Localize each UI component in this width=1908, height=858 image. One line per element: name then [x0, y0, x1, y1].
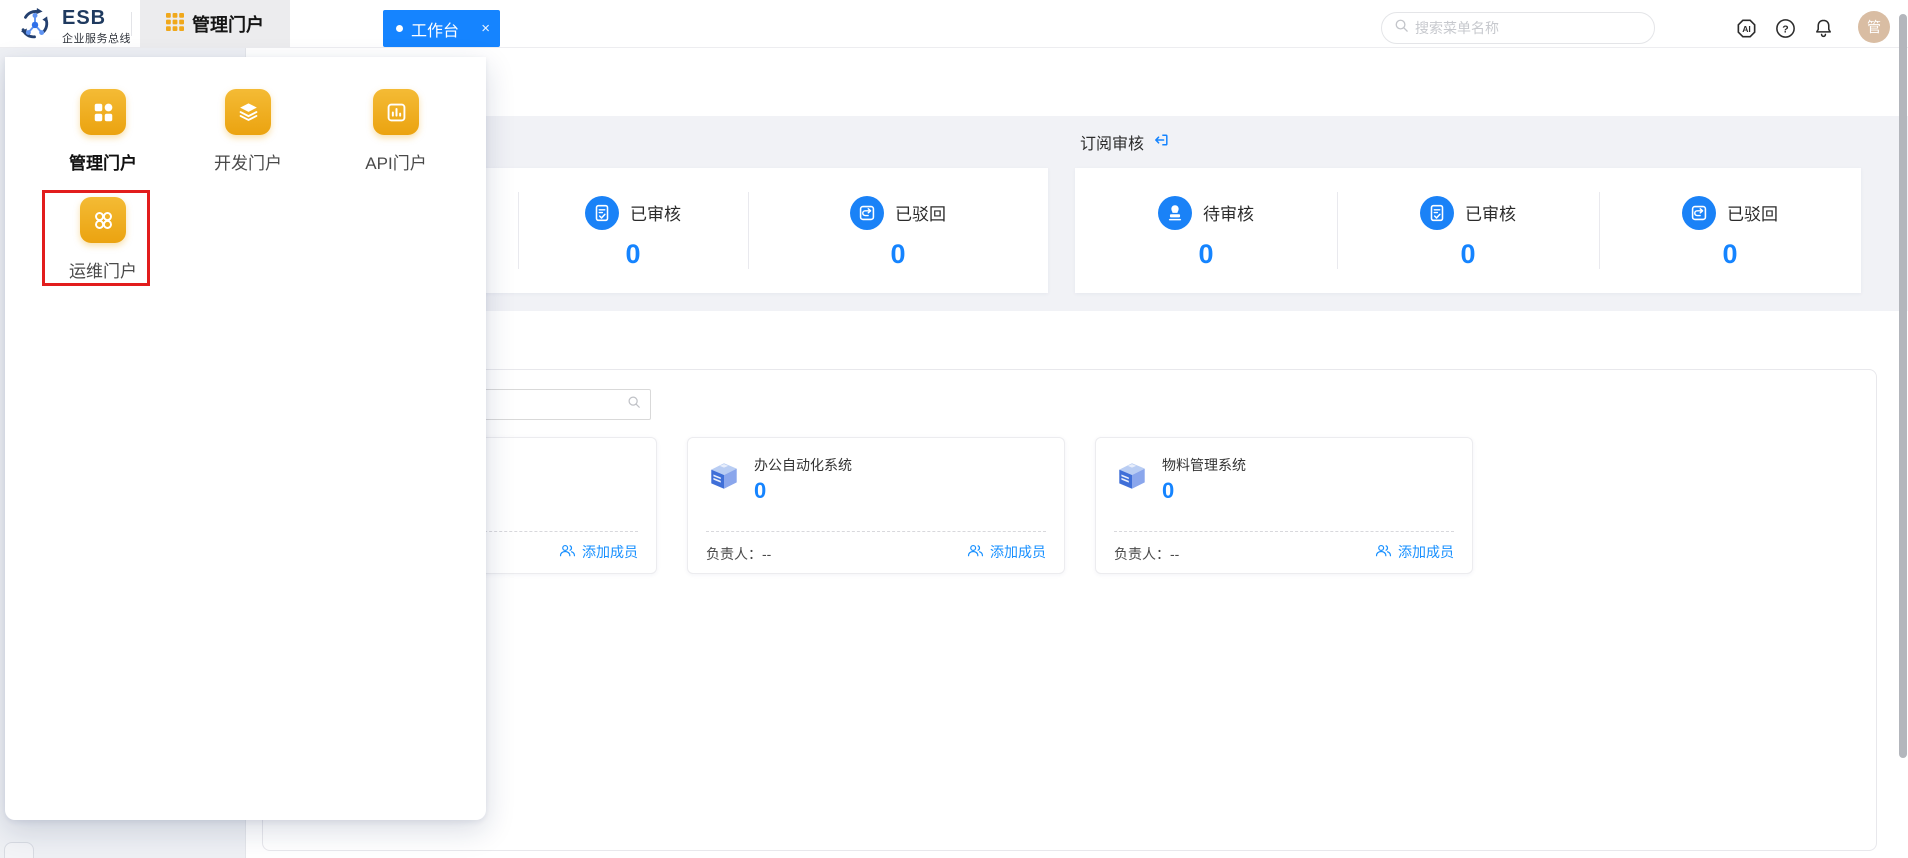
system-count: 0 [754, 478, 766, 504]
help-icon[interactable]: ? [1774, 17, 1797, 40]
stat-rejected: 已驳回 0 [748, 168, 1048, 293]
stat-label: 已审核 [630, 200, 681, 225]
portal-dropdown: 管理门户 开发门户 API门户 运维门户 [5, 57, 486, 820]
search-icon [1394, 18, 1409, 38]
svg-text:?: ? [1782, 23, 1788, 35]
add-member-label: 添加成员 [582, 542, 638, 562]
portal-item-label: API门户 [336, 149, 456, 174]
tab-label: 工作台 [411, 17, 473, 41]
portal-item-api[interactable]: API门户 [336, 89, 456, 174]
stat-label: 已驳回 [895, 200, 946, 225]
stat-value: 0 [890, 241, 905, 268]
portal-item-label: 管理门户 [43, 149, 163, 174]
system-owner: 负责人：-- [1114, 544, 1179, 564]
stat-label: 已驳回 [1727, 200, 1778, 225]
ai-assistant-icon[interactable]: AI [1735, 17, 1758, 40]
subscribe-review-title-row: 订阅审核 [1080, 130, 1169, 154]
portal-switcher-menu[interactable]: 管理门户 [140, 0, 290, 48]
jump-link-icon[interactable] [1153, 132, 1169, 153]
system-owner: 负责人：-- [706, 544, 771, 564]
document-check-icon [1420, 196, 1454, 230]
portal-item-manage[interactable]: 管理门户 [43, 89, 163, 174]
people-icon [1375, 544, 1392, 560]
portal-item-label: 开发门户 [188, 149, 308, 174]
user-avatar[interactable]: 管 [1858, 11, 1890, 43]
dashed-divider [706, 531, 1046, 532]
stat-value: 0 [1460, 241, 1475, 268]
vertical-scrollbar-thumb[interactable] [1899, 14, 1907, 758]
add-member-link[interactable]: 添加成员 [1375, 542, 1454, 562]
document-check-icon [585, 196, 619, 230]
document-return-icon [850, 196, 884, 230]
header: ESB 企业服务总线 管理门户 工作台 × [0, 0, 1908, 48]
document-return-icon [1682, 196, 1716, 230]
app-root: ESB 企业服务总线 管理门户 工作台 × [0, 0, 1908, 858]
system-count: 0 [1162, 478, 1174, 504]
stat-approved: 已审核 0 [1337, 168, 1599, 293]
logo-title: ESB [62, 7, 106, 30]
stat-value: 0 [1198, 241, 1213, 268]
manage-portal-icon [80, 89, 126, 135]
people-icon [559, 544, 576, 560]
stat-value: 0 [1722, 241, 1737, 268]
stamp-icon [1158, 196, 1192, 230]
api-portal-icon [373, 89, 419, 135]
search-input[interactable] [1415, 20, 1642, 36]
search-icon [627, 395, 641, 414]
esb-logo-icon [14, 5, 56, 43]
svg-text:AI: AI [1742, 24, 1751, 34]
stat-label: 已审核 [1465, 200, 1516, 225]
system-name: 物料管理系统 [1162, 455, 1246, 475]
add-member-link[interactable]: 添加成员 [559, 542, 638, 562]
header-divider [131, 12, 132, 36]
sidebar-collapsed-widget[interactable] [4, 842, 34, 858]
system-name: 办公自动化系统 [754, 455, 852, 475]
portal-item-dev[interactable]: 开发门户 [188, 89, 308, 174]
menu-search[interactable] [1381, 12, 1655, 44]
dev-portal-icon [225, 89, 271, 135]
highlight-red-box [42, 190, 150, 286]
subscribe-review-card: 待审核 0 已审核 0 已驳回 0 [1075, 168, 1861, 293]
notification-bell-icon[interactable] [1812, 17, 1835, 40]
people-icon [967, 544, 984, 560]
systems-panel: 添加成员 办公自动化系统 0 负责人：-- 添加成员 物料管理系统 [262, 369, 1877, 851]
add-member-label: 添加成员 [990, 542, 1046, 562]
subscribe-review-title: 订阅审核 [1080, 130, 1144, 154]
app-grid-icon [166, 13, 184, 36]
stat-pending: 待审核 0 [1075, 168, 1337, 293]
logo-subtitle: 企业服务总线 [62, 30, 131, 46]
tab-close-icon[interactable]: × [481, 21, 490, 36]
stat-value: 0 [625, 241, 640, 268]
system-box-icon [706, 458, 742, 494]
dashed-divider [1114, 531, 1454, 532]
add-member-link[interactable]: 添加成员 [967, 542, 1046, 562]
stat-approved: 已审核 0 [518, 168, 748, 293]
stat-label: 待审核 [1203, 200, 1254, 225]
content-top-strip [246, 48, 1908, 116]
tab-workbench[interactable]: 工作台 × [383, 10, 500, 47]
portal-menu-label: 管理门户 [192, 11, 264, 37]
add-member-label: 添加成员 [1398, 542, 1454, 562]
system-box-icon [1114, 458, 1150, 494]
tab-active-dot [396, 25, 403, 32]
stat-rejected: 已驳回 0 [1599, 168, 1861, 293]
system-card: 办公自动化系统 0 负责人：-- 添加成员 [687, 437, 1065, 574]
system-card: 物料管理系统 0 负责人：-- 添加成员 [1095, 437, 1473, 574]
